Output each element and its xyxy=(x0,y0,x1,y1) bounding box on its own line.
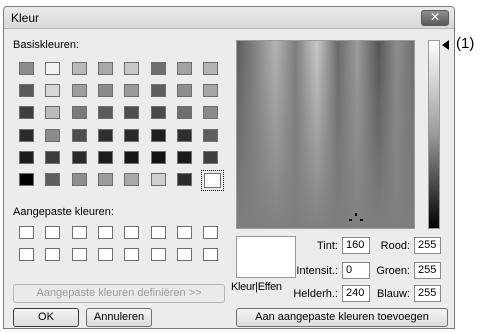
basic-color-swatch[interactable] xyxy=(45,173,61,186)
custom-color-swatch[interactable] xyxy=(97,248,113,261)
saturation-field[interactable]: 0 xyxy=(342,262,370,279)
green-label: Groen: xyxy=(376,265,410,277)
custom-color-swatch[interactable] xyxy=(19,226,34,239)
basic-color-swatch[interactable] xyxy=(176,62,192,75)
custom-color-swatch[interactable] xyxy=(71,248,87,261)
custom-color-swatch[interactable] xyxy=(176,226,192,239)
basic-color-swatch[interactable] xyxy=(203,84,219,98)
red-label: Rood: xyxy=(380,240,410,252)
color-spectrum[interactable] xyxy=(236,40,415,229)
define-custom-colors-button[interactable]: Aangepaste kleuren definiëren >> xyxy=(13,284,225,303)
basic-color-swatch[interactable] xyxy=(203,106,219,120)
basic-color-swatch[interactable] xyxy=(71,128,87,142)
color-preview xyxy=(236,236,296,278)
basic-color-swatch[interactable] xyxy=(124,173,140,186)
basic-color-swatch[interactable] xyxy=(71,84,87,98)
luminance-slider[interactable] xyxy=(428,40,440,229)
basic-color-swatch[interactable] xyxy=(45,84,61,98)
basic-color-swatch[interactable] xyxy=(150,128,166,142)
basic-color-swatch[interactable] xyxy=(201,170,225,191)
basic-color-swatch[interactable] xyxy=(124,150,140,164)
custom-color-swatch[interactable] xyxy=(71,226,87,239)
hue-field[interactable]: 160 xyxy=(342,237,370,254)
custom-color-swatch[interactable] xyxy=(19,248,34,261)
basic-color-swatch[interactable] xyxy=(150,173,166,186)
basic-color-swatch[interactable] xyxy=(19,150,34,164)
color-preview-label: Kleur|Effen xyxy=(231,281,282,293)
crosshair-right xyxy=(360,219,363,221)
custom-colors-label: Aangepaste kleuren: xyxy=(13,206,114,218)
add-to-custom-colors-button[interactable]: Aan aangepaste kleuren toevoegen xyxy=(236,308,448,327)
basic-color-swatch[interactable] xyxy=(97,84,113,98)
basic-color-swatch[interactable] xyxy=(71,62,87,75)
luminance-label: Helderh.: xyxy=(293,288,338,300)
basic-color-swatch[interactable] xyxy=(71,150,87,164)
custom-color-swatch[interactable] xyxy=(203,226,219,239)
title-bar: Kleur ✕ xyxy=(4,7,454,29)
custom-color-swatch[interactable] xyxy=(124,248,140,261)
basic-color-swatch[interactable] xyxy=(176,150,192,164)
basic-color-swatch[interactable] xyxy=(97,106,113,120)
basic-color-swatch[interactable] xyxy=(150,84,166,98)
crosshair-icon xyxy=(355,213,357,216)
basic-color-swatch[interactable] xyxy=(97,128,113,142)
luminance-field[interactable]: 240 xyxy=(342,285,370,302)
custom-color-swatch[interactable] xyxy=(45,226,61,239)
basic-color-swatch[interactable] xyxy=(45,62,61,75)
basic-color-swatch[interactable] xyxy=(176,173,192,186)
custom-color-swatch[interactable] xyxy=(150,248,166,261)
screen: Kleur ✕ Basiskleuren: Aangepaste kleuren… xyxy=(0,0,488,333)
basic-color-swatch[interactable] xyxy=(45,106,61,120)
basic-color-swatch[interactable] xyxy=(97,150,113,164)
basic-colors-label: Basiskleuren: xyxy=(13,39,80,51)
basic-color-swatch[interactable] xyxy=(150,62,166,75)
basic-color-swatch[interactable] xyxy=(19,106,34,120)
basic-color-swatch[interactable] xyxy=(19,62,34,75)
custom-color-swatch[interactable] xyxy=(45,248,61,261)
basic-color-swatch[interactable] xyxy=(124,106,140,120)
basic-color-swatch[interactable] xyxy=(176,128,192,142)
custom-color-swatch[interactable] xyxy=(150,226,166,239)
close-button[interactable]: ✕ xyxy=(421,10,449,26)
basic-color-swatch[interactable] xyxy=(71,106,87,120)
green-field[interactable]: 255 xyxy=(414,262,441,279)
dialog-title: Kleur xyxy=(11,11,40,25)
basic-color-swatch[interactable] xyxy=(203,150,219,164)
basic-color-swatch[interactable] xyxy=(45,150,61,164)
crosshair-left xyxy=(349,219,352,221)
blue-field[interactable]: 255 xyxy=(414,285,441,302)
basic-color-swatch[interactable] xyxy=(150,106,166,120)
saturation-label: Intensit.: xyxy=(296,265,338,277)
red-field[interactable]: 255 xyxy=(414,237,441,254)
blue-label: Blauw: xyxy=(376,288,410,300)
basic-color-swatch[interactable] xyxy=(19,173,34,186)
basic-color-swatch[interactable] xyxy=(176,106,192,120)
basic-color-swatch[interactable] xyxy=(19,128,34,142)
basic-color-swatch[interactable] xyxy=(97,62,113,75)
custom-color-swatch[interactable] xyxy=(97,226,113,239)
ok-button[interactable]: OK xyxy=(13,308,79,327)
basic-color-swatch[interactable] xyxy=(124,62,140,75)
basic-color-swatch[interactable] xyxy=(203,62,219,75)
custom-color-swatch[interactable] xyxy=(203,248,219,261)
basic-color-swatch[interactable] xyxy=(97,173,113,186)
custom-color-swatch[interactable] xyxy=(176,248,192,261)
cancel-button[interactable]: Annuleren xyxy=(86,308,152,327)
basic-color-swatch[interactable] xyxy=(124,128,140,142)
luminance-arrow-icon[interactable] xyxy=(442,40,449,50)
annotation-callout: (1) xyxy=(456,35,475,52)
basic-color-swatch[interactable] xyxy=(45,128,61,142)
basic-color-swatch[interactable] xyxy=(176,84,192,98)
basic-color-swatch[interactable] xyxy=(150,150,166,164)
basic-color-swatch[interactable] xyxy=(71,173,87,186)
custom-color-swatch[interactable] xyxy=(124,226,140,239)
basic-color-swatch[interactable] xyxy=(203,128,219,142)
basic-color-swatch[interactable] xyxy=(124,84,140,98)
basic-color-swatch[interactable] xyxy=(19,84,34,98)
hue-label: Tint: xyxy=(317,240,338,252)
close-icon: ✕ xyxy=(429,10,441,24)
